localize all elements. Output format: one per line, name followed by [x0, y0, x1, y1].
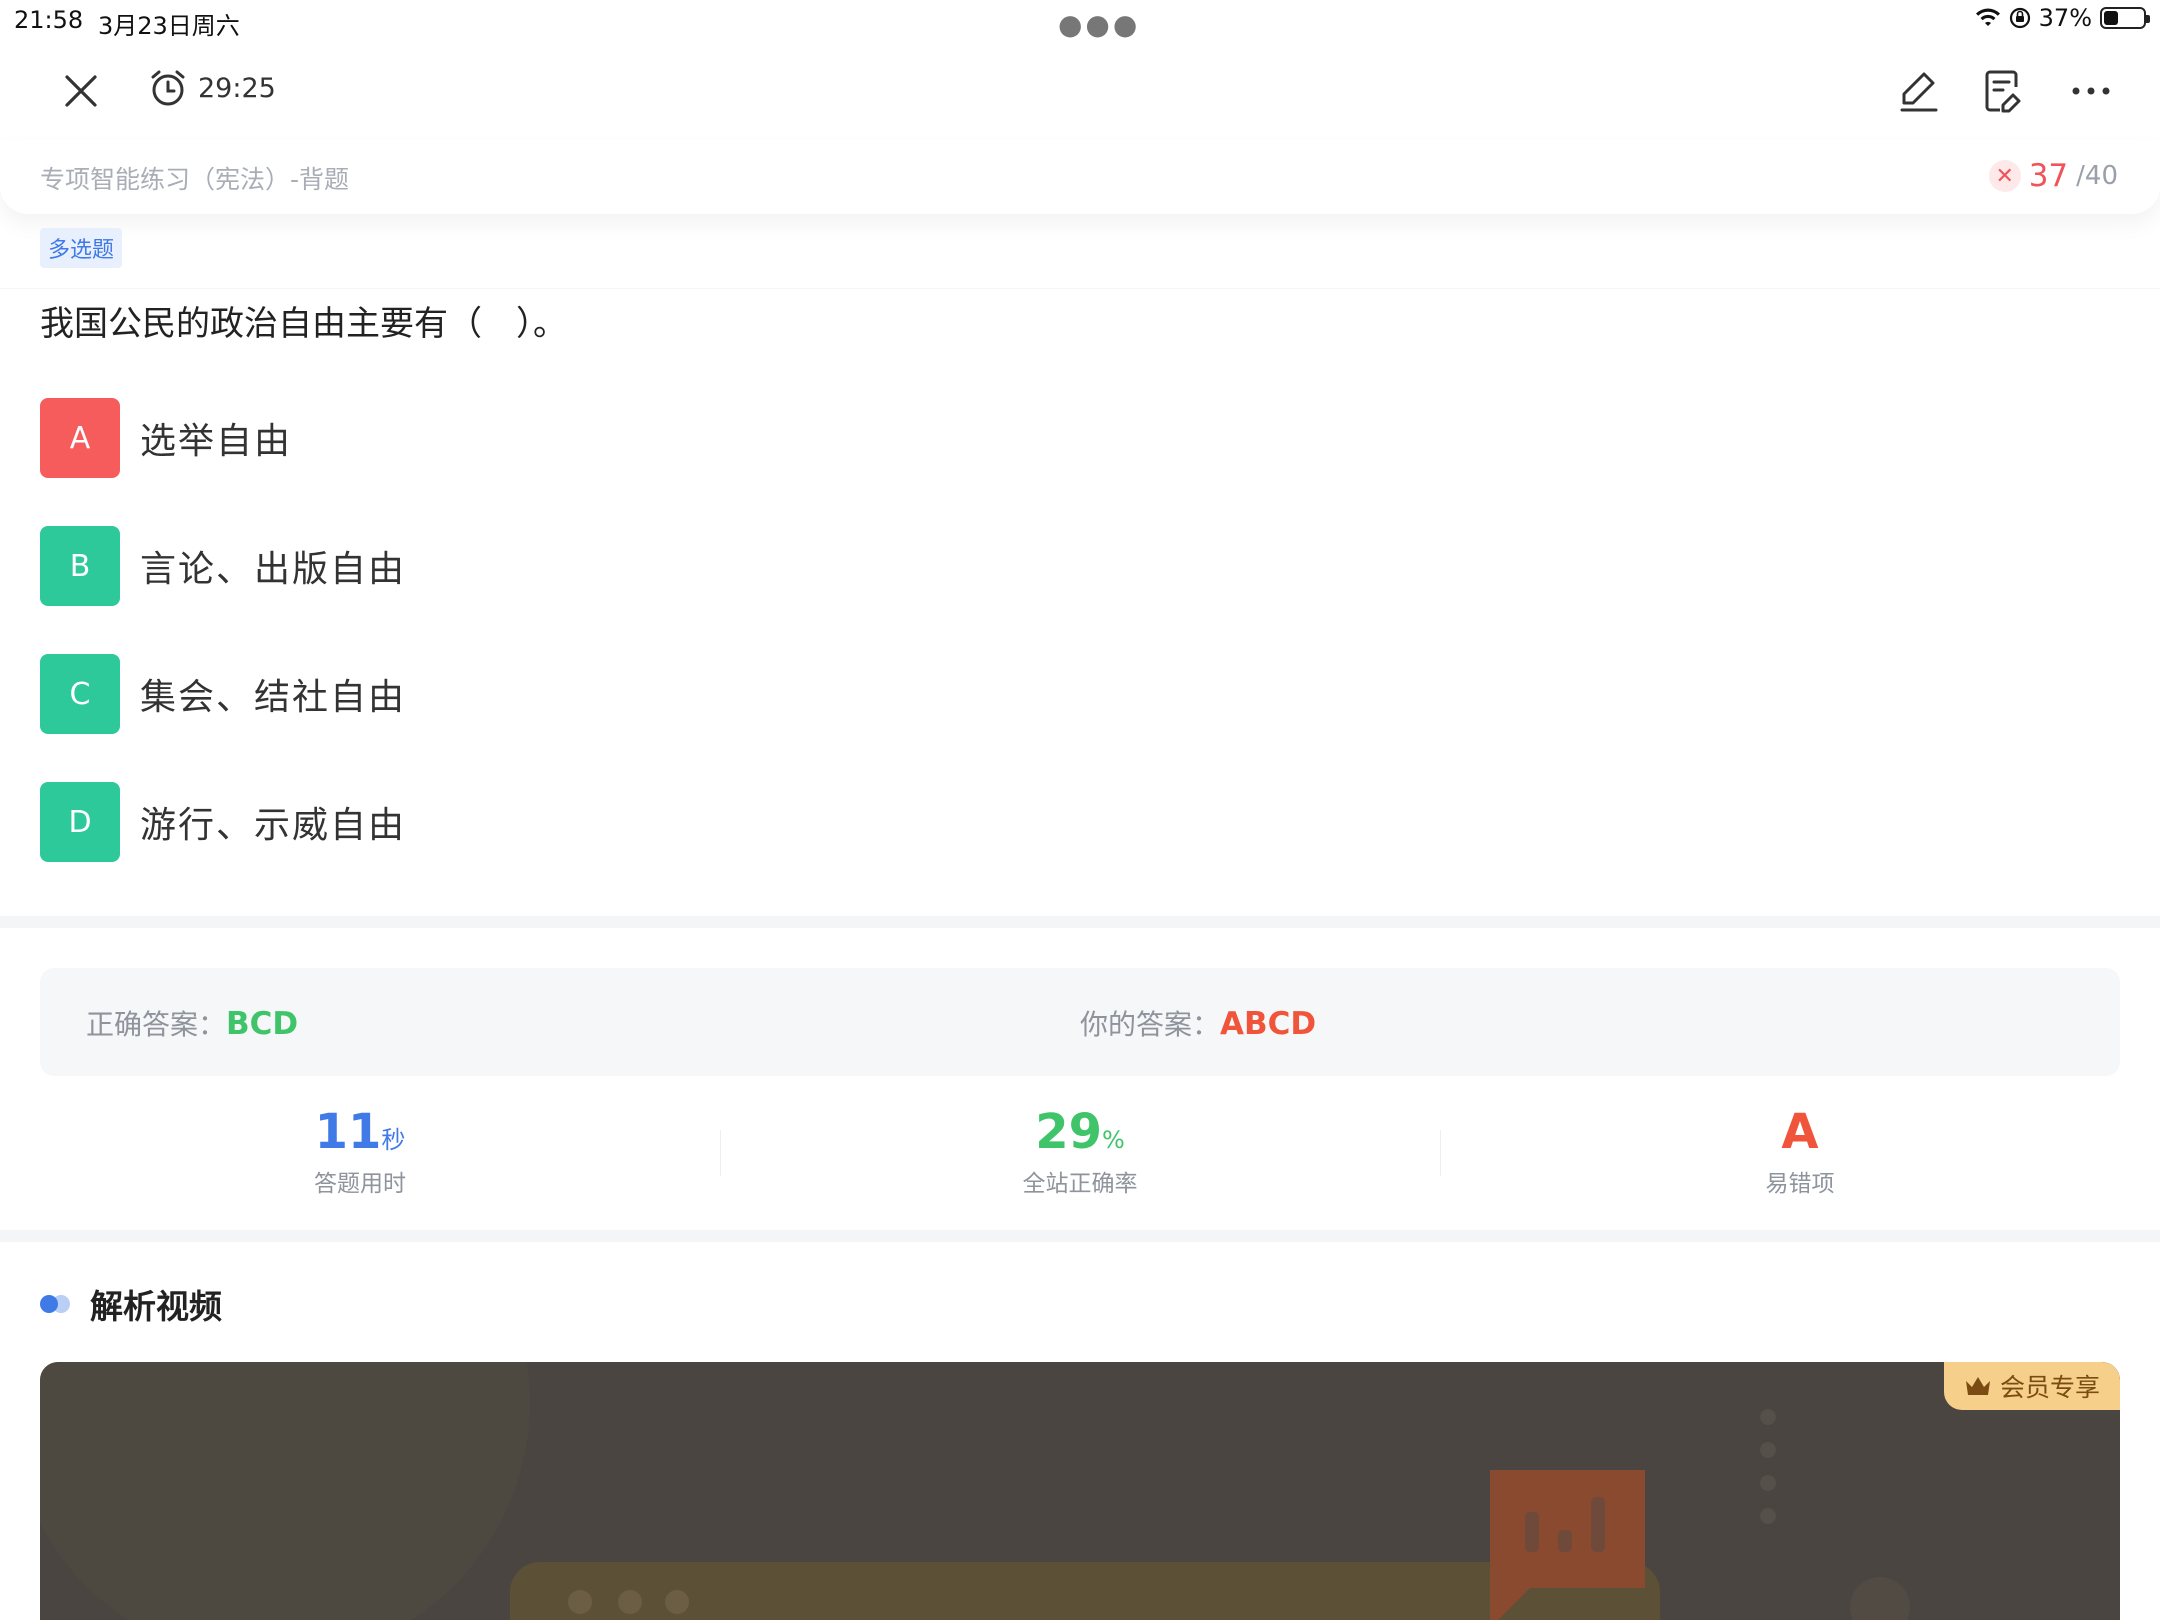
correct-answer: 正确答案： BCD: [86, 1003, 298, 1043]
progress-total: /40: [2076, 161, 2118, 191]
pen-icon: [1900, 72, 1938, 112]
your-answer-value: ABCD: [1220, 1006, 1317, 1042]
option-text: 集会、结社自由: [140, 677, 407, 718]
section-dots-icon: [40, 1293, 76, 1315]
timer-text: 29:25: [198, 72, 276, 104]
your-answer-label: 你的答案：: [1080, 1008, 1221, 1041]
option-letter: A: [40, 398, 120, 478]
status-date: 3月23日周六: [98, 12, 240, 40]
divider: [0, 288, 2160, 289]
stat-time-value: 11: [314, 1104, 382, 1160]
more-button[interactable]: [2066, 66, 2116, 116]
multitask-dots-icon[interactable]: ●●●: [1058, 8, 1140, 41]
section-divider: [0, 916, 2160, 928]
stat-rate-unit: %: [1101, 1126, 1125, 1154]
section-divider: [0, 1230, 2160, 1242]
wifi-icon: [1975, 8, 2000, 26]
note-button[interactable]: [1978, 66, 2028, 116]
option-letter: C: [40, 654, 120, 734]
stat-rate-label: 全站正确率: [1022, 1171, 1138, 1197]
close-icon: [65, 75, 97, 107]
stat-error-label: 易错项: [1765, 1171, 1835, 1197]
stat-answer-time: 11秒 答题用时: [0, 1104, 720, 1198]
edit-button[interactable]: [1894, 66, 1944, 116]
video-player[interactable]: 会员专享: [40, 1362, 2120, 1620]
correct-answer-label: 正确答案：: [86, 1008, 227, 1041]
crown-icon: [1965, 1377, 1990, 1395]
video-section-title: 解析视频: [90, 1287, 222, 1326]
close-button[interactable]: [56, 66, 106, 116]
option-letter: B: [40, 526, 120, 606]
correct-answer-value: BCD: [226, 1006, 299, 1042]
option-text: 选举自由: [140, 421, 293, 462]
battery-icon: [2100, 7, 2150, 29]
option-a[interactable]: A 选举自由: [40, 398, 292, 478]
video-section-header: 解析视频: [40, 1280, 222, 1328]
option-c[interactable]: C 集会、结社自由: [40, 654, 406, 734]
status-right: 37%: [1975, 4, 2150, 32]
battery-percent: 37%: [2038, 4, 2092, 32]
more-icon: [2072, 87, 2110, 95]
option-letter: D: [40, 782, 120, 862]
stat-time-unit: 秒: [381, 1126, 406, 1154]
stat-error-option: A 易错项: [1440, 1104, 2160, 1198]
option-text: 游行、示威自由: [140, 805, 407, 846]
practice-title: 专项智能练习（宪法）-背题: [40, 165, 350, 194]
countdown-timer[interactable]: 29:25: [148, 68, 276, 108]
orientation-lock-icon: [2009, 7, 2030, 29]
wrong-mark-icon: ✕: [1988, 160, 2021, 192]
stat-rate-value: 29: [1035, 1104, 1102, 1160]
notebook-edit-icon: [1985, 70, 2021, 113]
video-thumbnail-illustration: [40, 1362, 1910, 1620]
question-progress[interactable]: ✕ 37/40: [1988, 158, 2118, 194]
stat-correct-rate: 29% 全站正确率: [720, 1104, 1440, 1198]
stat-error-value: A: [1781, 1104, 1819, 1160]
question-text: 我国公民的政治自由主要有（ ）。: [40, 304, 567, 344]
vip-badge-text: 会员专享: [1999, 1373, 2100, 1402]
alarm-clock-icon: [151, 70, 185, 106]
option-d[interactable]: D 游行、示威自由: [40, 782, 406, 862]
vip-only-badge: 会员专享: [1943, 1362, 2120, 1410]
question-type-badge: 多选题: [40, 228, 123, 268]
stat-time-label: 答题用时: [314, 1171, 406, 1197]
your-answer: 你的答案： ABCD: [1080, 1003, 1316, 1043]
option-text: 言论、出版自由: [140, 549, 407, 590]
progress-current: 37: [2028, 158, 2069, 194]
option-b[interactable]: B 言论、出版自由: [40, 526, 406, 606]
status-time: 21:58: [14, 6, 84, 34]
battery-fill: [2104, 11, 2119, 25]
